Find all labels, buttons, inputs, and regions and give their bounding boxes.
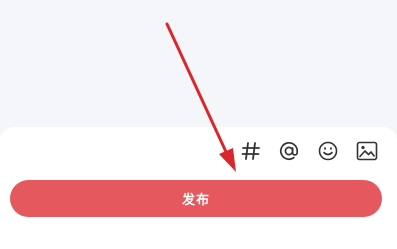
compose-toolbar: [0, 137, 397, 165]
hash-icon[interactable]: [237, 137, 265, 165]
publish-button[interactable]: 发布: [10, 180, 382, 217]
image-icon[interactable]: [353, 137, 381, 165]
at-icon[interactable]: [275, 137, 303, 165]
emoji-icon[interactable]: [314, 137, 342, 165]
publish-button-label: 发布: [181, 193, 210, 208]
compose-page: 发布: [0, 0, 397, 249]
content-area[interactable]: [0, 0, 397, 128]
